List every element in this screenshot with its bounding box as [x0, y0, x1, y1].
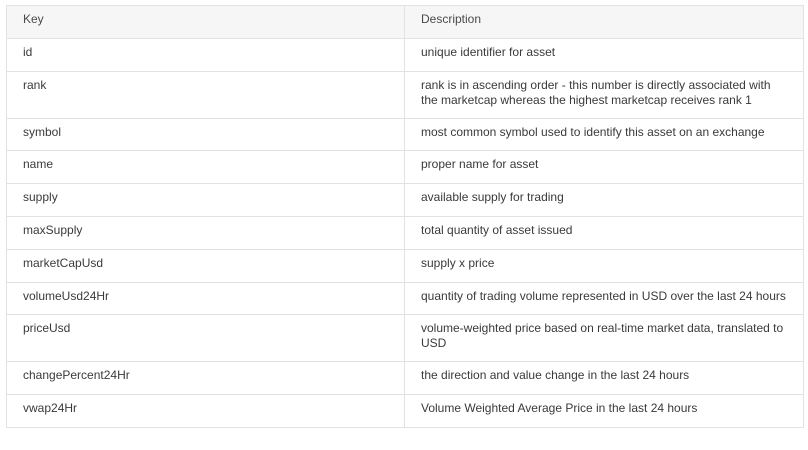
table-header: Key Description	[6, 5, 804, 39]
table-body: id unique identifier for asset rank rank…	[6, 38, 804, 428]
table-row: marketCapUsd supply x price	[6, 249, 804, 283]
row-key: changePercent24Hr	[6, 361, 405, 395]
header-row: Key Description	[6, 5, 804, 39]
table-row: rank rank is in ascending order - this n…	[6, 71, 804, 119]
table-row: maxSupply total quantity of asset issued	[6, 216, 804, 250]
row-key: vwap24Hr	[6, 394, 405, 428]
table-row: id unique identifier for asset	[6, 38, 804, 72]
row-key: maxSupply	[6, 216, 405, 250]
api-fields-table-container: Key Description id unique identifier for…	[6, 5, 804, 428]
row-description: supply x price	[404, 249, 804, 283]
header-key: Key	[6, 5, 405, 39]
row-description: total quantity of asset issued	[404, 216, 804, 250]
row-description: proper name for asset	[404, 150, 804, 184]
table-row: supply available supply for trading	[6, 183, 804, 217]
row-key: marketCapUsd	[6, 249, 405, 283]
row-key: volumeUsd24Hr	[6, 282, 405, 315]
row-key: id	[6, 38, 405, 72]
row-key: rank	[6, 71, 405, 119]
table-row: symbol most common symbol used to identi…	[6, 118, 804, 151]
row-description: rank is in ascending order - this number…	[404, 71, 804, 119]
row-description: volume-weighted price based on real-time…	[404, 314, 804, 362]
table-row: name proper name for asset	[6, 150, 804, 184]
header-description: Description	[404, 5, 804, 39]
table-row: volumeUsd24Hr quantity of trading volume…	[6, 282, 804, 315]
row-description: quantity of trading volume represented i…	[404, 282, 804, 315]
row-description: unique identifier for asset	[404, 38, 804, 72]
row-description: Volume Weighted Average Price in the las…	[404, 394, 804, 428]
api-fields-table: Key Description id unique identifier for…	[6, 5, 804, 428]
row-description: most common symbol used to identify this…	[404, 118, 804, 151]
row-key: name	[6, 150, 405, 184]
row-description: available supply for trading	[404, 183, 804, 217]
table-row: priceUsd volume-weighted price based on …	[6, 314, 804, 362]
row-key: priceUsd	[6, 314, 405, 362]
row-description: the direction and value change in the la…	[404, 361, 804, 395]
row-key: symbol	[6, 118, 405, 151]
table-row: changePercent24Hr the direction and valu…	[6, 361, 804, 395]
table-row: vwap24Hr Volume Weighted Average Price i…	[6, 394, 804, 428]
row-key: supply	[6, 183, 405, 217]
